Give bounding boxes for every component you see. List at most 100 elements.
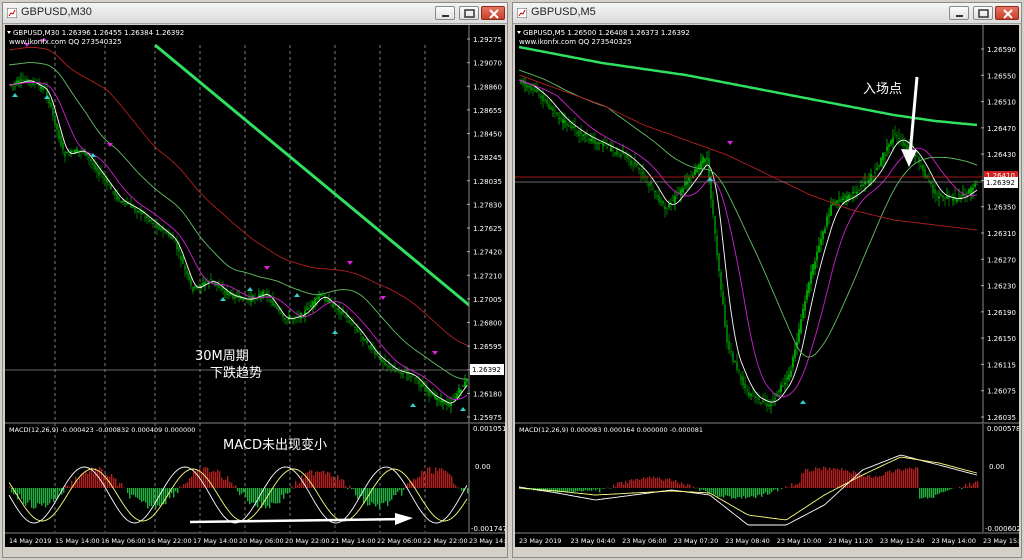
macd-bar xyxy=(811,471,813,488)
candle xyxy=(114,190,116,196)
close-icon xyxy=(489,9,499,19)
window-titlebar[interactable]: GBPUSD,M5 xyxy=(513,3,1021,24)
candle xyxy=(60,135,62,146)
price-label: 1.26550 xyxy=(987,72,1016,80)
macd-bar xyxy=(83,473,85,488)
candle xyxy=(836,200,838,203)
macd-bar xyxy=(797,484,799,488)
candle xyxy=(688,177,690,181)
macd-bar xyxy=(667,478,669,488)
macd-bar xyxy=(793,485,795,488)
macd-bar xyxy=(723,488,725,498)
maximize-button[interactable] xyxy=(973,6,993,20)
candle xyxy=(922,164,924,172)
macd-bar xyxy=(733,488,735,499)
macd-bar xyxy=(905,468,907,488)
macd-bar xyxy=(285,488,287,494)
candle xyxy=(436,397,438,400)
candle xyxy=(822,231,824,240)
candle xyxy=(120,201,122,203)
macd-bar xyxy=(351,488,353,490)
macd-bar xyxy=(157,488,159,506)
candle xyxy=(146,215,148,219)
macd-bar xyxy=(165,488,167,505)
macd-header: MACD(12,26,9) -0.000423 -0.000832 0.0004… xyxy=(9,426,195,434)
candle xyxy=(598,142,600,144)
close-button[interactable] xyxy=(995,6,1019,20)
current-price: 1.26392 xyxy=(986,179,1015,187)
macd-bar xyxy=(283,488,285,499)
candle xyxy=(594,139,596,144)
macd-bar xyxy=(377,488,379,505)
macd-bar xyxy=(137,488,139,499)
candle xyxy=(366,341,368,343)
macd-bar xyxy=(437,470,439,488)
price-label: 1.26270 xyxy=(987,256,1016,264)
annotation-downtrend: 下跌趋势 xyxy=(210,365,262,381)
price-chart-m30[interactable]: GBPUSD,M30 1.26396 1.26455 1.26384 1.263… xyxy=(5,25,505,547)
candle xyxy=(724,304,726,327)
candle xyxy=(324,295,326,301)
candle xyxy=(280,312,282,314)
candle xyxy=(620,154,622,157)
macd-bar xyxy=(403,488,405,490)
macd-bar xyxy=(217,469,219,488)
candle xyxy=(58,130,60,140)
macd-bar xyxy=(775,488,777,490)
candle xyxy=(204,282,206,285)
macd-bar xyxy=(187,482,189,488)
candle xyxy=(762,400,764,403)
price-label: 1.27005 xyxy=(473,296,502,304)
macd-bar xyxy=(833,467,835,488)
price-chart-m5[interactable]: GBPUSD,M5 1.26500 1.26408 1.26373 1.2639… xyxy=(515,25,1019,547)
macd-bar xyxy=(643,477,645,488)
macd-bar xyxy=(911,468,913,488)
macd-bar xyxy=(959,486,961,488)
macd-bar xyxy=(951,488,953,489)
macd-bar xyxy=(251,488,253,503)
macd-bar xyxy=(427,467,429,488)
macd-bar xyxy=(21,488,23,500)
candle xyxy=(792,356,794,368)
macd-bar xyxy=(27,488,29,503)
macd-bar xyxy=(963,486,965,488)
macd-bar xyxy=(589,488,591,491)
macd-bar xyxy=(335,479,337,488)
macd-bar xyxy=(569,488,571,492)
candle xyxy=(152,222,154,225)
chart-window-m5[interactable]: GBPUSD,M5 GBPUSD,M5 1.26500 1.26408 1.26… xyxy=(512,2,1022,558)
maximize-button[interactable] xyxy=(459,6,479,20)
candle xyxy=(54,114,56,126)
close-button[interactable] xyxy=(481,6,505,20)
minimize-button[interactable] xyxy=(435,6,455,20)
candle xyxy=(138,211,140,212)
candle xyxy=(794,349,796,358)
price-label: 1.26180 xyxy=(473,390,502,398)
candle xyxy=(238,295,240,297)
candle xyxy=(368,345,370,348)
macd-bar xyxy=(791,483,793,488)
macd-m5 xyxy=(518,454,979,526)
candle xyxy=(746,389,748,391)
candle xyxy=(774,398,776,399)
price-label: 1.26035 xyxy=(987,414,1016,422)
candle xyxy=(844,195,846,197)
chart-canvas-m5[interactable]: GBPUSD,M5 1.26500 1.26408 1.26373 1.2639… xyxy=(515,25,1019,547)
macd-bar xyxy=(215,471,217,488)
candle xyxy=(748,391,750,397)
candle xyxy=(772,399,774,401)
macd-bar xyxy=(817,468,819,488)
candle xyxy=(942,195,944,197)
candle xyxy=(464,381,466,388)
minimize-button[interactable] xyxy=(949,6,969,20)
annotation-macd: MACD未出现变小 xyxy=(223,437,327,453)
macd-bar xyxy=(443,470,445,488)
candle xyxy=(932,184,934,193)
candle xyxy=(902,140,904,146)
window-titlebar[interactable]: GBPUSD,M30 xyxy=(3,3,507,24)
macd-bar xyxy=(329,472,331,488)
macd-bar xyxy=(451,476,453,488)
chart-canvas-m30[interactable]: GBPUSD,M30 1.26396 1.26455 1.26384 1.263… xyxy=(5,25,505,547)
macd-bar xyxy=(357,488,359,500)
chart-window-m30[interactable]: GBPUSD,M30 GBPUSD,M30 1.26396 1.26455 1.… xyxy=(2,2,508,558)
